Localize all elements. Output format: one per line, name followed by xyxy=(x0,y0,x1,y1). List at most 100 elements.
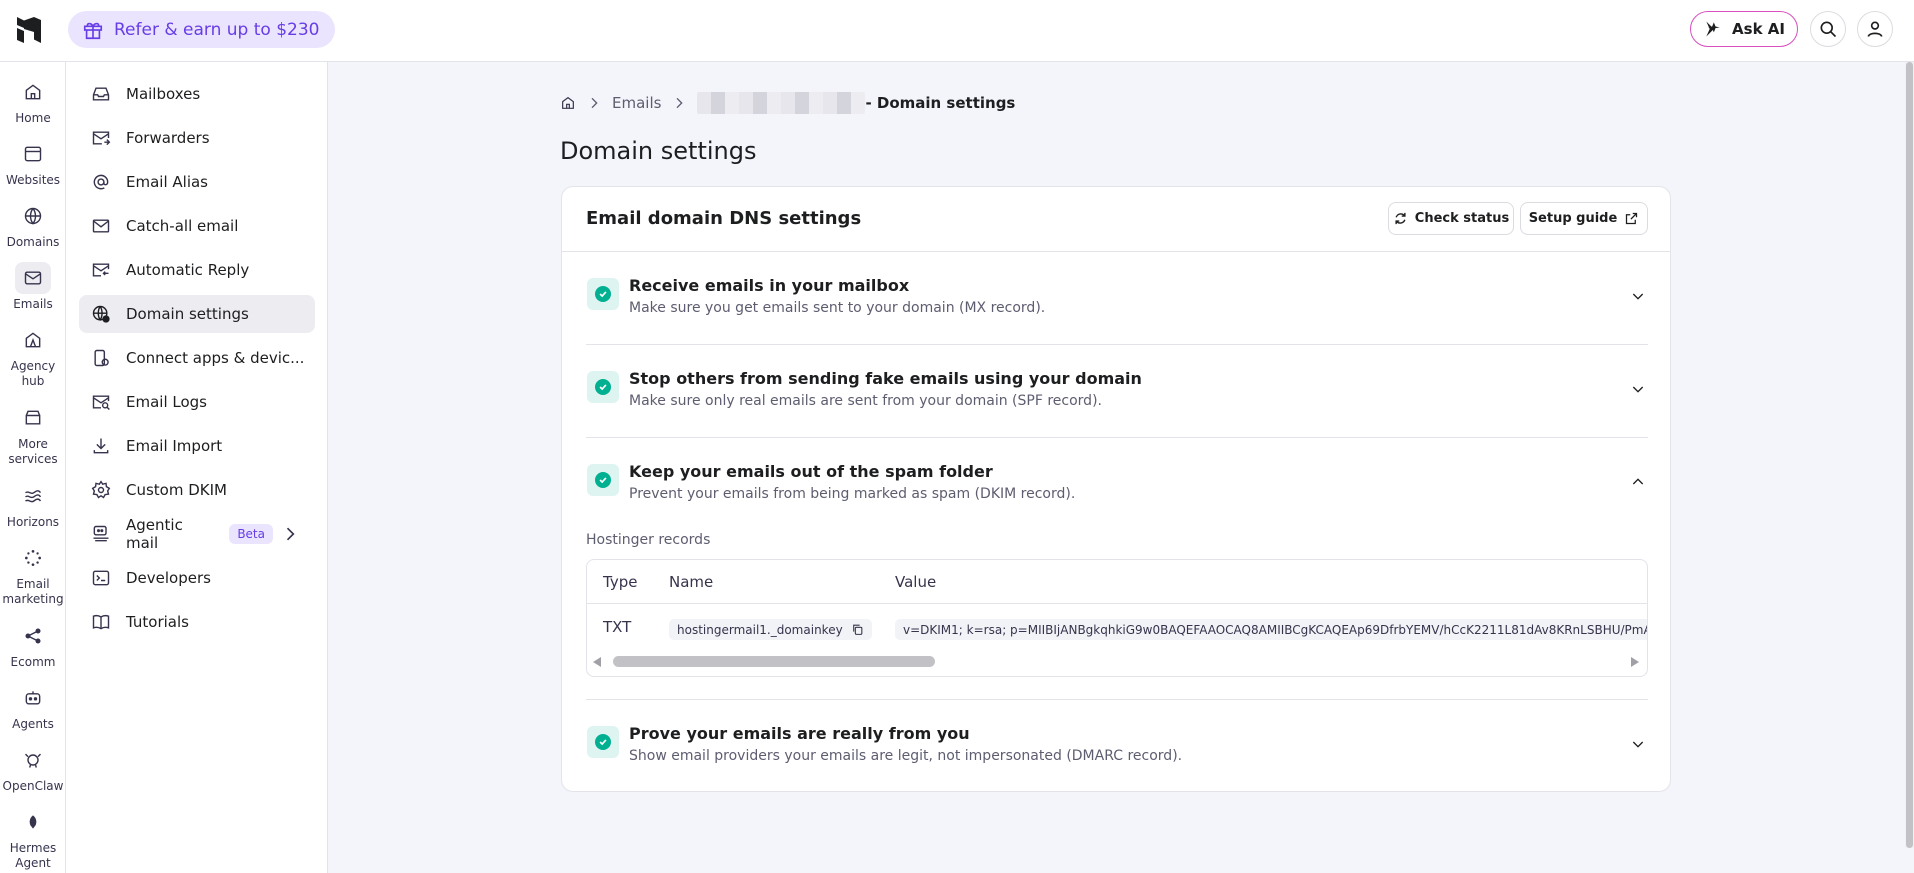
subnav-label: Catch-all email xyxy=(126,217,239,235)
spf-record-section[interactable]: Stop others from sending fake emails usi… xyxy=(586,345,1648,438)
subnav-label: Forwarders xyxy=(126,129,210,147)
dns-settings-card: Email domain DNS settings Check status S… xyxy=(561,186,1671,792)
check-icon xyxy=(599,384,607,391)
status-check xyxy=(587,726,619,758)
rail-label: OpenClaw xyxy=(2,779,64,793)
subnav-label: Automatic Reply xyxy=(126,261,250,279)
horizontal-scrollbar[interactable] xyxy=(587,648,1647,676)
breadcrumb-current: - Domain settings xyxy=(865,94,1016,112)
rail-item-email-marketing[interactable]: Email marketing xyxy=(0,542,66,607)
rail-item-domains[interactable]: Domains xyxy=(0,200,66,250)
rail-item-agents[interactable]: Agents xyxy=(0,682,66,732)
rail-item-horizons[interactable]: Horizons xyxy=(0,480,66,530)
section-desc: Make sure only real emails are sent from… xyxy=(629,393,1102,409)
hostinger-logo-icon[interactable] xyxy=(14,15,44,45)
subnav-item-automatic-reply[interactable]: Automatic Reply xyxy=(79,251,315,289)
account-button[interactable] xyxy=(1857,11,1893,47)
card-title: Email domain DNS settings xyxy=(586,208,862,229)
agent-mail-icon xyxy=(93,525,109,542)
website-icon xyxy=(24,146,42,162)
rail-item-ecomm[interactable]: Ecomm xyxy=(0,620,66,670)
chevron-down-icon[interactable] xyxy=(1630,381,1646,397)
top-bar: Refer & earn up to $230 Ask AI xyxy=(0,0,1914,62)
rail-item-more-services[interactable]: More services xyxy=(0,402,66,467)
rail-item-websites[interactable]: Websites xyxy=(0,138,66,188)
claw-icon xyxy=(24,753,42,768)
record-name: hostingermail1._domainkey xyxy=(677,622,843,637)
dkim-records-table: Type Name Value TXT hostingermail1._doma… xyxy=(586,559,1648,677)
subnav-item-catch-all[interactable]: Catch-all email xyxy=(79,207,315,245)
subnav-item-email-alias[interactable]: Email Alias xyxy=(79,163,315,201)
rail-label: More services xyxy=(8,437,58,466)
rail-item-agency-hub[interactable]: Agency hub xyxy=(0,324,66,389)
mx-record-section[interactable]: Receive emails in your mailbox Make sure… xyxy=(586,252,1648,345)
record-name-pill[interactable]: hostingermail1._domainkey xyxy=(669,619,872,640)
subnav-label: Email Import xyxy=(126,437,223,455)
subnav-item-domain-settings[interactable]: Domain settings xyxy=(79,295,315,333)
dmarc-record-section[interactable]: Prove your emails are really from you Sh… xyxy=(586,700,1648,792)
subnav-label: Tutorials xyxy=(126,613,189,631)
scroll-left-arrow[interactable] xyxy=(593,657,601,667)
chevron-right-icon xyxy=(591,97,598,109)
rail-item-emails[interactable]: Emails xyxy=(0,262,66,312)
subnav-item-mailboxes[interactable]: Mailboxes xyxy=(79,75,315,113)
status-check xyxy=(587,464,619,496)
subnav-item-developers[interactable]: Developers xyxy=(79,559,315,597)
subnav-item-tutorials[interactable]: Tutorials xyxy=(79,603,315,641)
ask-ai-button[interactable]: Ask AI xyxy=(1690,11,1798,47)
ask-ai-label: Ask AI xyxy=(1732,20,1785,38)
chevron-right-icon xyxy=(286,527,295,541)
rail-item-hermes-agent[interactable]: Hermes Agent xyxy=(0,806,66,871)
rail-label: Domains xyxy=(6,235,60,249)
gift-icon xyxy=(83,22,103,39)
subnav-item-connect-apps[interactable]: Connect apps & devic... xyxy=(79,339,315,377)
chevron-down-icon[interactable] xyxy=(1630,288,1646,304)
section-title: Stop others from sending fake emails usi… xyxy=(629,369,1142,388)
setup-guide-button[interactable]: Setup guide xyxy=(1520,202,1648,235)
search-button[interactable] xyxy=(1810,11,1846,47)
dkim-record-section[interactable]: Keep your emails out of the spam folder … xyxy=(586,438,1648,518)
section-title: Keep your emails out of the spam folder xyxy=(629,462,993,481)
subnav-label: Agentic mail xyxy=(126,516,183,552)
copy-icon[interactable] xyxy=(851,623,864,636)
page-scroll-thumb[interactable] xyxy=(1906,62,1913,848)
refer-earn-button[interactable]: Refer & earn up to $230 xyxy=(68,11,336,48)
subnav-item-agentic-mail[interactable]: Agentic mail Beta xyxy=(79,515,315,553)
home-icon[interactable] xyxy=(560,95,576,111)
search-icon xyxy=(1820,21,1837,38)
download-icon xyxy=(93,438,109,454)
check-status-button[interactable]: Check status xyxy=(1388,202,1514,235)
section-title: Prove your emails are really from you xyxy=(629,724,970,743)
subnav-item-email-logs[interactable]: Email Logs xyxy=(79,383,315,421)
subnav-item-email-import[interactable]: Email Import xyxy=(79,427,315,465)
chevron-up-icon[interactable] xyxy=(1630,474,1646,490)
main-nav-rail: Home Websites Domains Emails Agency hub … xyxy=(0,62,66,873)
chevron-right-icon xyxy=(676,97,684,109)
scroll-thumb[interactable] xyxy=(613,656,935,667)
scroll-right-arrow[interactable] xyxy=(1631,657,1639,667)
breadcrumb-emails-link[interactable]: Emails xyxy=(612,94,661,112)
book-icon xyxy=(92,614,110,630)
store-icon xyxy=(25,410,41,425)
forward-mail-icon xyxy=(92,131,111,146)
mail-icon xyxy=(92,219,110,233)
refresh-icon xyxy=(1395,212,1406,225)
rail-item-openclaw[interactable]: OpenClaw xyxy=(0,744,66,794)
records-label: Hostinger records xyxy=(586,532,711,548)
check-status-label: Check status xyxy=(1414,211,1510,226)
rail-label: Agency hub xyxy=(10,359,56,388)
page-scrollbar[interactable] xyxy=(1905,62,1914,848)
subnav-label: Email Alias xyxy=(126,173,208,191)
subnav-item-forwarders[interactable]: Forwarders xyxy=(79,119,315,157)
rail-item-home[interactable]: Home xyxy=(0,76,66,126)
subnav-item-custom-dkim[interactable]: Custom DKIM xyxy=(79,471,315,509)
chevron-down-icon[interactable] xyxy=(1630,736,1646,752)
refer-earn-label: Refer & earn up to $230 xyxy=(114,19,320,40)
check-icon xyxy=(599,291,607,298)
redacted-domain xyxy=(697,92,866,114)
rail-label: Email marketing xyxy=(2,577,64,606)
record-value-pill[interactable]: v=DKIM1; k=rsa; p=MIIBIjANBgkqhkiG9w0BAQ… xyxy=(895,619,1647,640)
home-icon xyxy=(25,84,41,100)
mail-icon xyxy=(24,271,42,285)
horizons-icon xyxy=(25,490,42,503)
